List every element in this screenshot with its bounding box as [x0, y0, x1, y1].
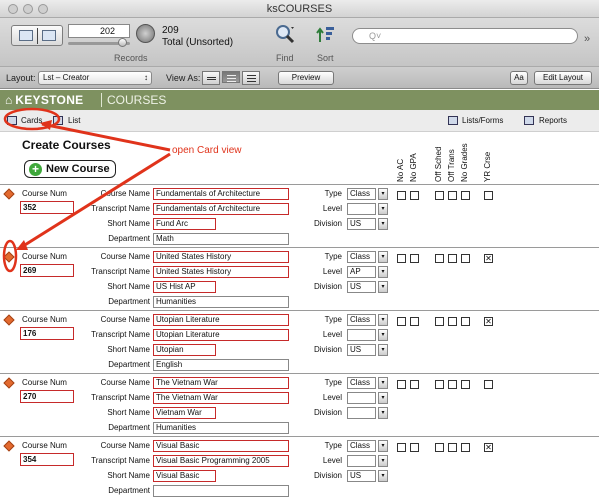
- annotation-circle-row-diamond: [2, 239, 18, 273]
- department-label: Department: [108, 486, 150, 495]
- annotation-label: open Card view: [172, 145, 242, 156]
- annotation-arrow-to-cards: [41, 122, 171, 152]
- department-field[interactable]: [153, 485, 289, 497]
- annotation-arrow-to-row: [19, 152, 171, 250]
- annotation-overlay: [2, 107, 171, 273]
